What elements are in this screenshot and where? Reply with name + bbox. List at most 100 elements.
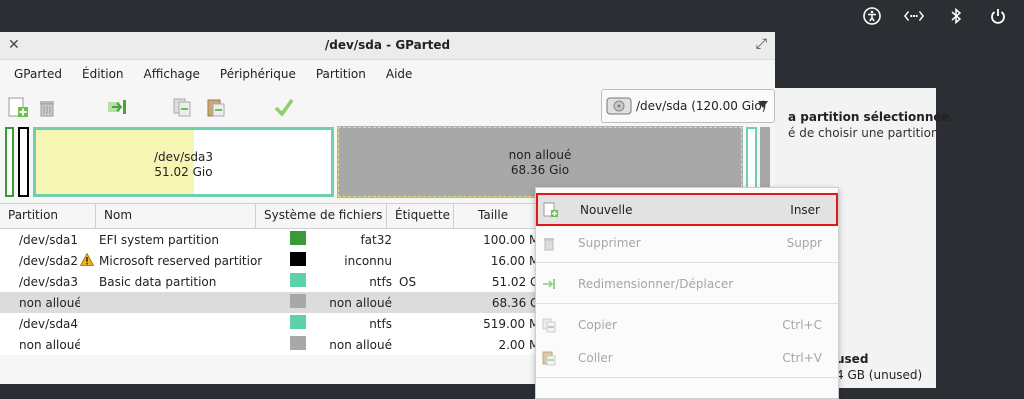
- title-bar: ✕ /dev/sda - GParted ⤢: [0, 32, 775, 60]
- cell-filesystem: fat32: [360, 232, 392, 247]
- bluetooth-icon[interactable]: [946, 6, 966, 26]
- menu-item-copy-accel: Ctrl+C: [782, 317, 822, 332]
- dialog-text-4: 4 GB (unused): [836, 368, 923, 382]
- dialog-text-3: used: [836, 352, 869, 366]
- diskmap-unallocated-size: 68.36 Gio: [510, 163, 570, 177]
- delete-partition-button[interactable]: [34, 94, 60, 120]
- fs-color-swatch: [290, 294, 306, 308]
- col-name[interactable]: Nom: [96, 204, 256, 228]
- col-label[interactable]: Étiquette: [387, 204, 454, 228]
- context-menu: Nouvelle Inser Supprimer Suppr Redimensi…: [535, 187, 839, 399]
- maximize-icon[interactable]: ⤢: [756, 36, 767, 52]
- window-title: /dev/sda - GParted: [324, 38, 451, 52]
- diskmap-sda3-size: 51.02 Gio: [154, 165, 213, 179]
- cell-label: OS: [399, 274, 417, 289]
- menu-item-copy[interactable]: Copier Ctrl+C: [536, 308, 838, 341]
- menu-item-paste-label: Coller: [578, 350, 613, 365]
- device-selector-label: /dev/sda (120.00 Gio): [636, 99, 767, 113]
- diskmap-unallocated-name: non alloué: [508, 148, 572, 162]
- copy-icon: [173, 98, 191, 117]
- cell-filesystem: non alloué: [329, 295, 392, 310]
- new-partition-icon: [543, 202, 558, 217]
- trash-icon: [40, 101, 54, 117]
- cell-name: EFI system partition: [99, 232, 219, 247]
- cell-filesystem: non alloué: [329, 337, 392, 352]
- new-partition-icon: [8, 97, 28, 117]
- menu-item-delete-label: Supprimer: [578, 235, 641, 250]
- diskmap-sda1[interactable]: [5, 127, 14, 197]
- menu-device[interactable]: Périphérique: [210, 67, 306, 81]
- menu-item-paste[interactable]: Coller Ctrl+V: [536, 341, 838, 374]
- menu-item-resize-label: Redimensionner/Déplacer: [578, 276, 734, 291]
- cell-fs-color: [262, 273, 308, 290]
- fs-color-swatch: [290, 231, 306, 245]
- fs-color-swatch: [290, 315, 306, 329]
- dialog-text-2: é de choisir une partition: [788, 126, 939, 140]
- paste-icon: [207, 99, 225, 117]
- cell-fs-color: [262, 315, 308, 332]
- device-selector[interactable]: /dev/sda (120.00 Gio): [601, 89, 775, 123]
- apply-button[interactable]: [271, 94, 297, 120]
- menu-item-new-label: Nouvelle: [580, 202, 633, 217]
- menu-bar: GParted Édition Affichage Périphérique P…: [0, 60, 775, 88]
- resize-move-button[interactable]: [104, 94, 130, 120]
- menu-item-copy-label: Copier: [578, 317, 617, 332]
- chevron-down-icon: [758, 101, 768, 108]
- diskmap-sda2[interactable]: [18, 127, 29, 197]
- col-partition[interactable]: Partition: [0, 204, 96, 228]
- system-tray: [862, 0, 1024, 32]
- cell-partition: /dev/sda1: [19, 232, 79, 247]
- diskmap-sda3[interactable]: /dev/sda3 51.02 Gio: [33, 127, 334, 197]
- menu-gparted[interactable]: GParted: [4, 67, 72, 81]
- menu-item-paste-accel: Ctrl+V: [782, 350, 822, 365]
- resize-icon: [108, 100, 126, 114]
- menu-item-resize[interactable]: Redimensionner/Déplacer: [536, 267, 838, 300]
- cell-name: Microsoft reserved partition: [99, 253, 262, 268]
- diskmap-sda3-name: /dev/sda3: [153, 150, 214, 164]
- fs-color-swatch: [290, 336, 306, 350]
- fs-color-swatch: [290, 273, 306, 287]
- hard-drive-icon: [606, 97, 632, 115]
- cell-partition: non alloué: [19, 295, 80, 310]
- menu-help[interactable]: Aide: [376, 67, 423, 81]
- trash-icon: [544, 237, 554, 250]
- menu-separator: [536, 303, 838, 304]
- menu-item-new[interactable]: Nouvelle Inser: [536, 193, 838, 226]
- menu-partition[interactable]: Partition: [306, 67, 376, 81]
- cell-partition: non alloué: [19, 337, 80, 352]
- menu-view[interactable]: Affichage: [134, 67, 210, 81]
- cell-warning: [80, 252, 98, 269]
- dialog-text-1: a partition sélectionnée.: [788, 110, 955, 124]
- cell-filesystem: inconnu: [344, 253, 392, 268]
- menu-item-new-accel: Inser: [790, 202, 820, 217]
- fs-color-swatch: [290, 252, 306, 266]
- cell-filesystem: ntfs: [369, 274, 392, 289]
- copy-button[interactable]: [169, 94, 195, 120]
- paste-icon: [542, 351, 556, 365]
- col-size[interactable]: Taille: [454, 204, 544, 228]
- paste-button[interactable]: [203, 94, 229, 120]
- cell-partition: /dev/sda3: [19, 274, 79, 289]
- menu-item-delete-accel: Suppr: [786, 235, 822, 250]
- network-icon[interactable]: [904, 6, 924, 26]
- cell-fs-color: [262, 231, 308, 248]
- cell-filesystem: ntfs: [369, 316, 392, 331]
- cell-fs-color: [262, 336, 308, 353]
- cell-fs-color: [262, 294, 308, 311]
- menu-separator: [536, 377, 838, 378]
- col-filesystem[interactable]: Système de fichiers: [256, 204, 387, 228]
- cell-name: Basic data partition: [99, 274, 217, 289]
- accessibility-icon[interactable]: [862, 6, 882, 26]
- cell-partition: /dev/sda4: [19, 316, 79, 331]
- copy-icon: [542, 318, 556, 332]
- warning-icon: [80, 252, 95, 266]
- checkmark-icon: [274, 98, 294, 117]
- menu-item-delete[interactable]: Supprimer Suppr: [536, 226, 838, 259]
- cell-partition: /dev/sda2: [19, 253, 79, 268]
- resize-icon: [543, 278, 555, 289]
- cell-fs-color: [262, 252, 308, 269]
- power-icon[interactable]: [988, 6, 1008, 26]
- menu-separator: [536, 262, 838, 263]
- menu-edit[interactable]: Édition: [72, 67, 134, 81]
- new-partition-button[interactable]: [5, 94, 31, 120]
